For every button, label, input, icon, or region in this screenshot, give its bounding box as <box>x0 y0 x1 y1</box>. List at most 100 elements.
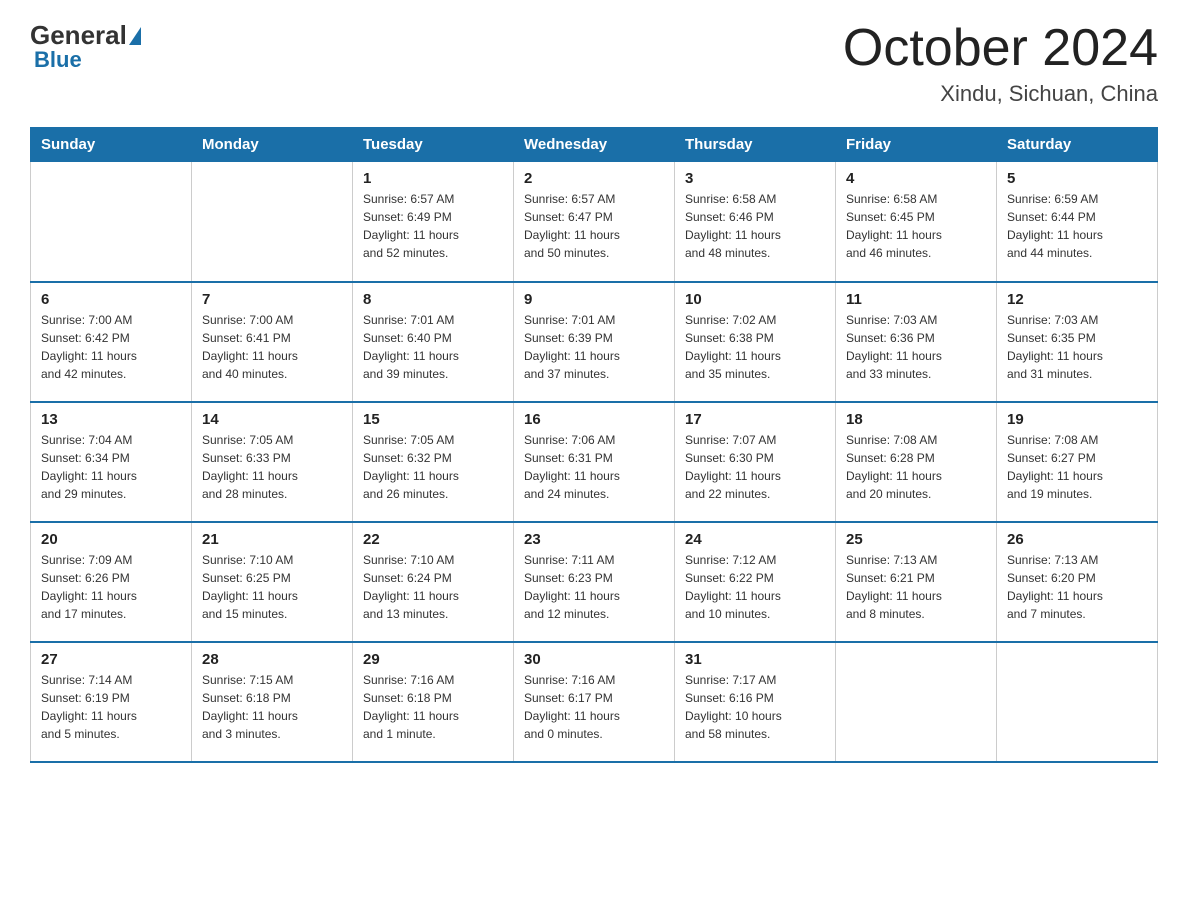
day-number: 10 <box>685 291 825 308</box>
calendar-cell: 9 Sunrise: 7:01 AM Sunset: 6:39 PM Daylig… <box>514 282 675 402</box>
calendar-cell: 23 Sunrise: 7:11 AM Sunset: 6:23 PM Dayli… <box>514 522 675 642</box>
day-info: Sunrise: 7:14 AM Sunset: 6:19 PM Dayligh… <box>41 671 181 743</box>
day-info: Sunrise: 7:03 AM Sunset: 6:36 PM Dayligh… <box>846 311 986 383</box>
calendar-cell: 1 Sunrise: 6:57 AM Sunset: 6:49 PM Daylig… <box>353 162 514 282</box>
calendar-cell <box>192 162 353 282</box>
calendar-week-row: 13Sunrise: 7:04 AM Sunset: 6:34 PM Dayli… <box>31 402 1158 522</box>
page-header: General Blue October 2024 Xindu, Sichuan… <box>30 20 1158 107</box>
calendar-header-wednesday: Wednesday <box>514 128 675 162</box>
calendar-cell: 3Sunrise: 6:58 AM Sunset: 6:46 PM Daylig… <box>675 162 836 282</box>
calendar-week-row: 6Sunrise: 7:00 AM Sunset: 6:42 PM Daylig… <box>31 282 1158 402</box>
calendar-table: SundayMondayTuesdayWednesdayThursdayFrid… <box>30 127 1158 763</box>
calendar-cell: 13Sunrise: 7:04 AM Sunset: 6:34 PM Dayli… <box>31 402 192 522</box>
logo: General Blue <box>30 20 141 73</box>
day-info: Sunrise: 7:07 AM Sunset: 6:30 PM Dayligh… <box>685 431 825 503</box>
calendar-cell: 29Sunrise: 7:16 AM Sunset: 6:18 PM Dayli… <box>353 642 514 762</box>
day-info: Sunrise: 7:10 AM Sunset: 6:24 PM Dayligh… <box>363 551 503 623</box>
calendar-cell: 19 Sunrise: 7:08 AM Sunset: 6:27 PM Dayli… <box>997 402 1158 522</box>
day-info: Sunrise: 7:02 AM Sunset: 6:38 PM Dayligh… <box>685 311 825 383</box>
day-info: Sunrise: 7:05 AM Sunset: 6:32 PM Dayligh… <box>363 431 503 503</box>
calendar-cell: 8 Sunrise: 7:01 AM Sunset: 6:40 PM Daylig… <box>353 282 514 402</box>
day-info: Sunrise: 7:03 AM Sunset: 6:35 PM Dayligh… <box>1007 311 1147 383</box>
day-number: 30 <box>524 651 664 668</box>
day-number: 7 <box>202 291 342 308</box>
calendar-cell: 7 Sunrise: 7:00 AM Sunset: 6:41 PM Daylig… <box>192 282 353 402</box>
calendar-cell: 4 Sunrise: 6:58 AM Sunset: 6:45 PM Daylig… <box>836 162 997 282</box>
calendar-cell <box>31 162 192 282</box>
day-info: Sunrise: 7:11 AM Sunset: 6:23 PM Dayligh… <box>524 551 664 623</box>
calendar-header-thursday: Thursday <box>675 128 836 162</box>
calendar-cell: 18 Sunrise: 7:08 AM Sunset: 6:28 PM Dayli… <box>836 402 997 522</box>
calendar-cell: 15Sunrise: 7:05 AM Sunset: 6:32 PM Dayli… <box>353 402 514 522</box>
day-number: 25 <box>846 531 986 548</box>
day-info: Sunrise: 7:12 AM Sunset: 6:22 PM Dayligh… <box>685 551 825 623</box>
day-info: Sunrise: 7:13 AM Sunset: 6:20 PM Dayligh… <box>1007 551 1147 623</box>
day-number: 28 <box>202 651 342 668</box>
day-info: Sunrise: 7:08 AM Sunset: 6:28 PM Dayligh… <box>846 431 986 503</box>
day-number: 20 <box>41 531 181 548</box>
day-info: Sunrise: 7:13 AM Sunset: 6:21 PM Dayligh… <box>846 551 986 623</box>
calendar-cell: 2 Sunrise: 6:57 AM Sunset: 6:47 PM Daylig… <box>514 162 675 282</box>
calendar-cell: 20 Sunrise: 7:09 AM Sunset: 6:26 PM Dayli… <box>31 522 192 642</box>
calendar-header-row: SundayMondayTuesdayWednesdayThursdayFrid… <box>31 128 1158 162</box>
calendar-cell <box>997 642 1158 762</box>
day-number: 4 <box>846 170 986 187</box>
day-number: 14 <box>202 411 342 428</box>
day-info: Sunrise: 7:05 AM Sunset: 6:33 PM Dayligh… <box>202 431 342 503</box>
calendar-week-row: 1 Sunrise: 6:57 AM Sunset: 6:49 PM Daylig… <box>31 162 1158 282</box>
day-info: Sunrise: 7:06 AM Sunset: 6:31 PM Dayligh… <box>524 431 664 503</box>
calendar-week-row: 27 Sunrise: 7:14 AM Sunset: 6:19 PM Dayli… <box>31 642 1158 762</box>
calendar-header-tuesday: Tuesday <box>353 128 514 162</box>
day-info: Sunrise: 7:08 AM Sunset: 6:27 PM Dayligh… <box>1007 431 1147 503</box>
calendar-cell: 25 Sunrise: 7:13 AM Sunset: 6:21 PM Dayli… <box>836 522 997 642</box>
logo-blue-text: Blue <box>34 47 82 73</box>
day-number: 26 <box>1007 531 1147 548</box>
day-info: Sunrise: 7:15 AM Sunset: 6:18 PM Dayligh… <box>202 671 342 743</box>
calendar-header-friday: Friday <box>836 128 997 162</box>
day-number: 24 <box>685 531 825 548</box>
calendar-header-sunday: Sunday <box>31 128 192 162</box>
day-info: Sunrise: 6:57 AM Sunset: 6:49 PM Dayligh… <box>363 190 503 262</box>
calendar-cell: 17Sunrise: 7:07 AM Sunset: 6:30 PM Dayli… <box>675 402 836 522</box>
day-number: 5 <box>1007 170 1147 187</box>
day-number: 13 <box>41 411 181 428</box>
calendar-cell: 28 Sunrise: 7:15 AM Sunset: 6:18 PM Dayli… <box>192 642 353 762</box>
calendar-cell: 6Sunrise: 7:00 AM Sunset: 6:42 PM Daylig… <box>31 282 192 402</box>
day-info: Sunrise: 7:01 AM Sunset: 6:40 PM Dayligh… <box>363 311 503 383</box>
day-number: 16 <box>524 411 664 428</box>
day-info: Sunrise: 6:57 AM Sunset: 6:47 PM Dayligh… <box>524 190 664 262</box>
day-number: 8 <box>363 291 503 308</box>
calendar-cell: 12Sunrise: 7:03 AM Sunset: 6:35 PM Dayli… <box>997 282 1158 402</box>
month-title: October 2024 <box>843 20 1158 77</box>
calendar-cell: 16 Sunrise: 7:06 AM Sunset: 6:31 PM Dayli… <box>514 402 675 522</box>
day-number: 2 <box>524 170 664 187</box>
day-number: 6 <box>41 291 181 308</box>
day-number: 19 <box>1007 411 1147 428</box>
day-number: 1 <box>363 170 503 187</box>
calendar-cell: 10 Sunrise: 7:02 AM Sunset: 6:38 PM Dayli… <box>675 282 836 402</box>
day-info: Sunrise: 6:59 AM Sunset: 6:44 PM Dayligh… <box>1007 190 1147 262</box>
calendar-week-row: 20 Sunrise: 7:09 AM Sunset: 6:26 PM Dayli… <box>31 522 1158 642</box>
day-info: Sunrise: 7:09 AM Sunset: 6:26 PM Dayligh… <box>41 551 181 623</box>
day-number: 23 <box>524 531 664 548</box>
location-text: Xindu, Sichuan, China <box>843 81 1158 107</box>
day-number: 3 <box>685 170 825 187</box>
calendar-header-saturday: Saturday <box>997 128 1158 162</box>
day-info: Sunrise: 7:01 AM Sunset: 6:39 PM Dayligh… <box>524 311 664 383</box>
day-info: Sunrise: 6:58 AM Sunset: 6:45 PM Dayligh… <box>846 190 986 262</box>
day-info: Sunrise: 7:16 AM Sunset: 6:18 PM Dayligh… <box>363 671 503 743</box>
day-number: 31 <box>685 651 825 668</box>
calendar-cell: 22 Sunrise: 7:10 AM Sunset: 6:24 PM Dayli… <box>353 522 514 642</box>
calendar-cell: 26 Sunrise: 7:13 AM Sunset: 6:20 PM Dayli… <box>997 522 1158 642</box>
title-area: October 2024 Xindu, Sichuan, China <box>843 20 1158 107</box>
day-info: Sunrise: 7:16 AM Sunset: 6:17 PM Dayligh… <box>524 671 664 743</box>
day-number: 9 <box>524 291 664 308</box>
calendar-cell: 14 Sunrise: 7:05 AM Sunset: 6:33 PM Dayli… <box>192 402 353 522</box>
day-number: 18 <box>846 411 986 428</box>
day-info: Sunrise: 7:00 AM Sunset: 6:41 PM Dayligh… <box>202 311 342 383</box>
day-number: 27 <box>41 651 181 668</box>
calendar-cell: 24 Sunrise: 7:12 AM Sunset: 6:22 PM Dayli… <box>675 522 836 642</box>
calendar-cell: 31Sunrise: 7:17 AM Sunset: 6:16 PM Dayli… <box>675 642 836 762</box>
day-number: 22 <box>363 531 503 548</box>
calendar-cell: 11Sunrise: 7:03 AM Sunset: 6:36 PM Dayli… <box>836 282 997 402</box>
